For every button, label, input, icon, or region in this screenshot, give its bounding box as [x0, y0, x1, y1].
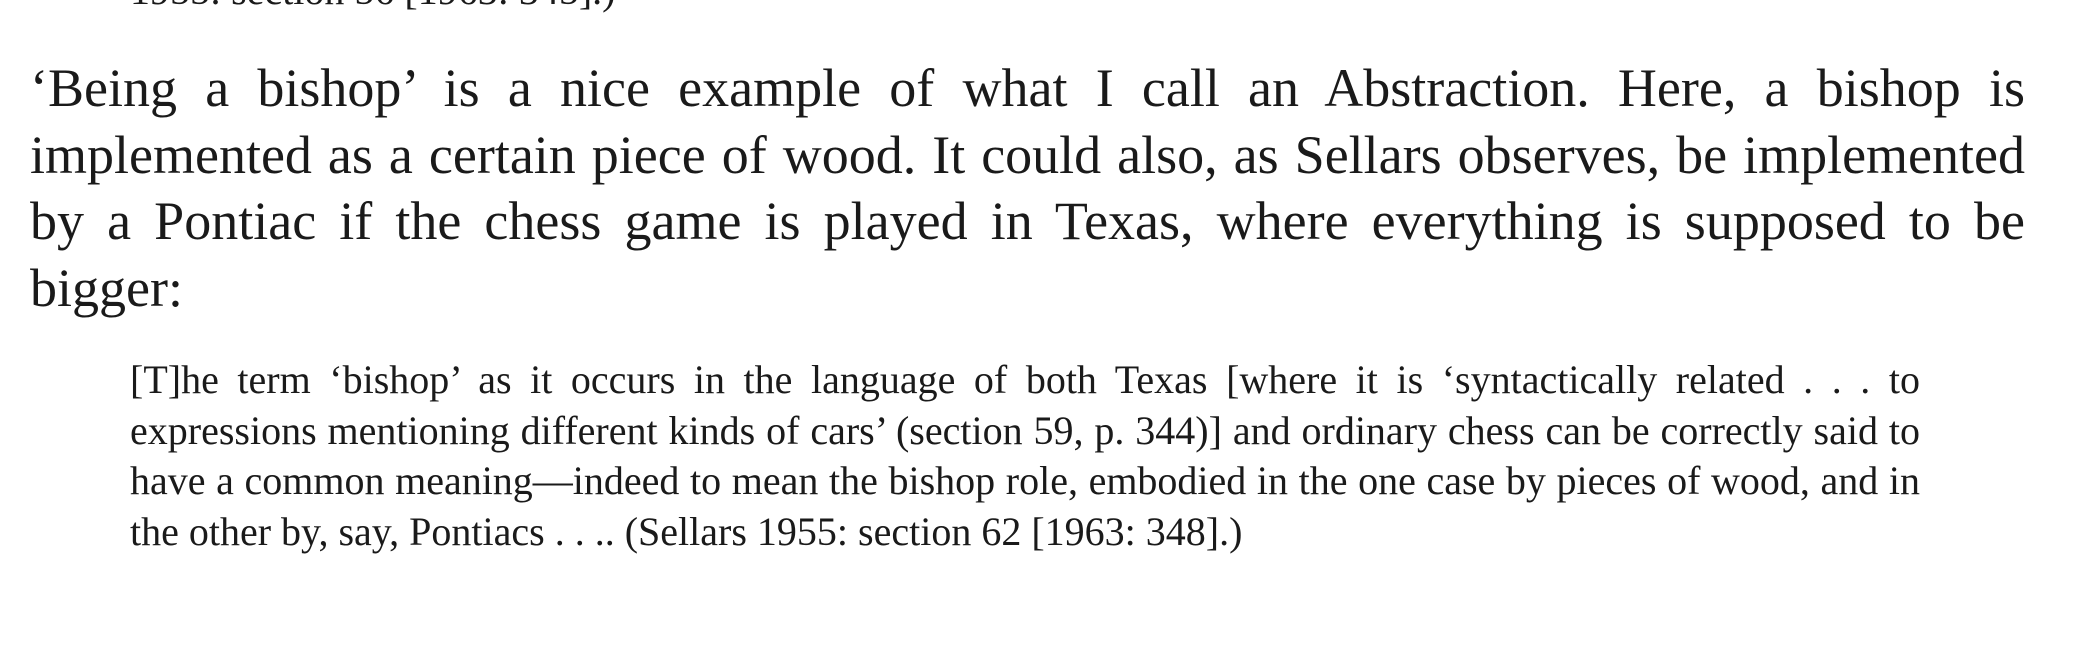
block-quote: [T]he term ‘bishop’ as it occurs in the … — [130, 357, 1920, 554]
main-paragraph: ‘Being a bishop’ is a nice example of wh… — [30, 58, 2025, 318]
previous-quote-fragment: 1955: section 56 [1963: 345].) — [130, 0, 1930, 16]
document-page: 1955: section 56 [1963: 345].) ‘Being a … — [0, 0, 2076, 646]
